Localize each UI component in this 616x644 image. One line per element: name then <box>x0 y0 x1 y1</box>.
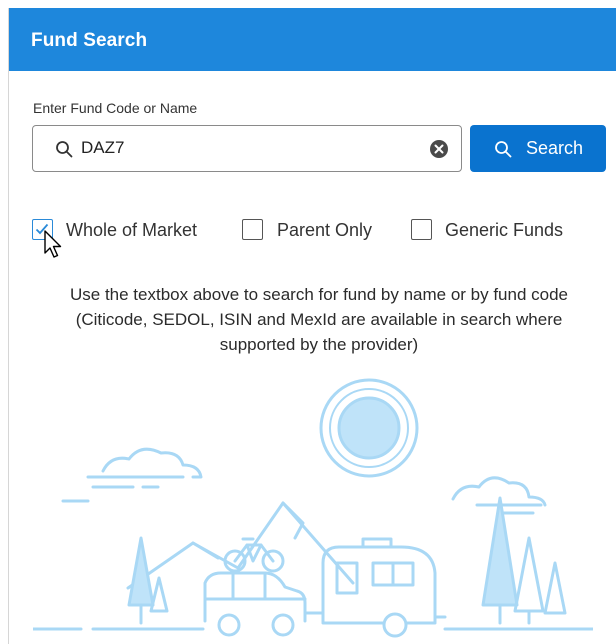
clear-icon <box>434 144 444 154</box>
help-line-3: supported by the provider) <box>219 335 419 354</box>
clear-search-button[interactable] <box>430 140 448 158</box>
search-icon <box>495 141 512 158</box>
parent-only-checkbox[interactable] <box>242 219 263 240</box>
mouse-pointer-icon <box>44 230 62 258</box>
help-line-1: Use the textbox above to search for fund… <box>69 285 569 304</box>
panel-title: Fund Search <box>31 30 148 51</box>
search-icon <box>56 141 73 158</box>
search-field-label: Enter Fund Code or Name <box>33 100 198 116</box>
generic-funds-checkbox[interactable] <box>411 219 432 240</box>
search-button-label: Search <box>526 138 584 158</box>
whole-of-market-label[interactable]: Whole of Market <box>66 220 197 241</box>
fund-search-panel: Fund Search Enter Fund Code or Name Sear… <box>8 8 616 644</box>
search-field[interactable] <box>32 125 462 172</box>
generic-funds-label[interactable]: Generic Funds <box>445 220 563 241</box>
search-button[interactable]: Search <box>470 125 606 172</box>
panel-header: Fund Search <box>9 8 616 71</box>
parent-only-label[interactable]: Parent Only <box>277 220 372 241</box>
search-input[interactable] <box>81 135 401 161</box>
search-help-text: Use the textbox above to search for fund… <box>39 282 599 357</box>
camping-landscape-illustration <box>33 378 593 638</box>
help-line-2: (Citicode, SEDOL, ISIN and MexId are ava… <box>75 310 563 329</box>
